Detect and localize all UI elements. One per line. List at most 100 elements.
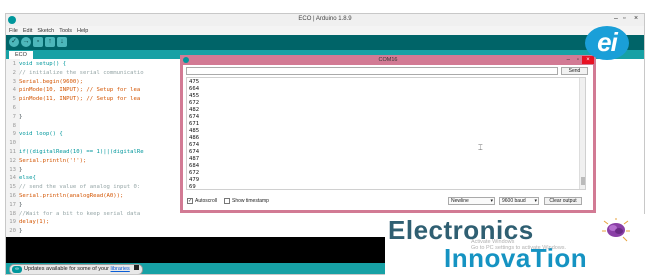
line-number: 12 [9,157,16,164]
serial-monitor-window: COM16 – ▫ × Send 475 664 455 672 482 674 671 48… [180,55,596,213]
code-line: 2// initialize the serial communicatio [6,69,144,78]
code-line: 3 Serial.begin(9600); [6,78,83,87]
code-text: } [19,113,23,120]
code-text: Serial.begin(9600); [19,78,83,85]
line-number: 17 [9,201,16,208]
serial-monitor-titlebar: COM16 – ▫ × [180,55,596,65]
serial-monitor-title: COM16 [378,57,398,63]
serial-output-line: 671 [189,121,200,127]
menu-edit[interactable]: Edit [23,28,32,34]
updates-notification[interactable]: ∞ Updates available for some of your lib… [9,264,144,274]
autoscroll-label: Autoscroll [195,198,217,204]
show-timestamp-label: Show timestamp [232,198,269,204]
line-number: 3 [12,78,16,85]
serial-output-line: 674 [189,142,200,148]
clear-output-button[interactable]: Clear output [544,197,582,205]
close-button[interactable]: × [634,15,638,22]
code-line: 13} [6,166,22,175]
code-line: 4 pinMode(10, INPUT); // Setup for lea [6,86,141,95]
code-text: Serial.println(analogRead(A0)); [19,193,124,199]
new-sketch-button[interactable]: ▫ [33,37,43,47]
code-text: } [19,228,23,235]
code-line: 11 if((digitalRead(10) == 1)||(digitalRe [6,148,144,157]
send-button[interactable]: Send [561,67,588,75]
code-text: // initialize the serial communicatio [19,69,144,76]
save-sketch-button[interactable]: ↓ [57,37,67,47]
code-text: else{ [19,175,36,182]
serial-monitor-app-icon [183,57,189,63]
code-text: void setup() { [19,61,67,67]
libraries-link[interactable]: libraries [111,266,130,272]
code-line: 5 pinMode(11, INPUT); // Setup for lea [6,95,141,104]
serial-output-line: 672 [189,170,200,176]
serial-scrollbar[interactable] [579,78,585,189]
code-line: 14 else{ [6,174,36,183]
line-ending-value: Newline [451,198,469,204]
line-number: 1 [12,61,16,67]
code-text: pinMode(10, INPUT); // Setup for lea [19,87,141,94]
menu-tools[interactable]: Tools [59,28,72,34]
serial-close-button[interactable]: × [582,56,594,64]
menu-file[interactable]: File [9,28,18,34]
serial-send-input[interactable] [186,67,558,75]
code-line: 8 [6,122,19,131]
line-number: 11 [9,149,16,155]
serial-output-line: 684 [189,163,200,169]
code-line: 16 Serial.println(analogRead(A0)); [6,192,123,201]
code-line: 9 void loop() { [6,130,63,139]
code-text: } [19,201,23,208]
verify-button[interactable]: ✓ [9,37,19,47]
mouse-cursor-icon: ⌶ [478,143,483,152]
window-title: ECO | Arduino 1.8.9 [298,16,352,22]
code-line: 10 [6,139,19,148]
serial-minimize-button[interactable]: – [567,55,570,65]
updates-text: Updates available for some of your [24,266,109,272]
open-sketch-button[interactable]: ↑ [45,37,55,47]
toolbar: ✓ → ▫ ↑ ↓ [6,35,644,50]
serial-output-line: 664 [189,86,200,92]
menu-help[interactable]: Help [77,28,88,34]
serial-output-line: 479 [189,177,200,183]
line-number: 13 [9,166,16,173]
serial-output-line: 487 [189,156,200,162]
serial-maximize-button[interactable]: ▫ [577,55,579,65]
code-line: 19 delay(1); [6,218,49,227]
line-ending-select[interactable]: Newline ▾ [448,197,495,205]
code-line: 12 Serial.println('!'); [6,157,86,166]
line-number: 16 [9,193,16,199]
code-line: 7} [6,113,23,122]
serial-output-line: 674 [189,114,200,120]
serial-monitor-body: Send 475 664 455 672 482 674 671 485 486 674 674 48… [183,65,593,210]
stop-icon[interactable] [134,265,140,270]
code-line: 6 [6,104,19,113]
code-line: 1 void setup() { [6,60,67,69]
line-number: 4 [12,87,16,94]
line-number: 18 [9,210,16,217]
show-timestamp-checkbox[interactable] [224,198,230,204]
line-number: 9 [12,131,16,138]
code-text: if((digitalRead(10) == 1)||(digitalRe [19,149,144,155]
serial-output-line: 672 [189,100,200,106]
line-number: 6 [12,105,16,111]
tab-eco[interactable]: ECO [9,51,33,59]
maximize-button[interactable]: ▫ [623,15,625,22]
watermark-line-2: Go to PC settings to activate Windows. [471,245,567,251]
serial-scrollbar-thumb[interactable] [581,177,585,185]
code-text: // send the value of analog input 0: [19,184,141,191]
serial-controls: ✓ Autoscroll Show timestamp Newline ▾ 96… [186,195,586,207]
autoscroll-checkbox[interactable]: ✓ [187,198,193,204]
serial-output-area: 475 664 455 672 482 674 671 485 486 674 674 487 684 6… [186,77,586,190]
line-number: 19 [9,219,16,226]
line-number: 5 [12,96,16,103]
baud-rate-select[interactable]: 9600 baud ▾ [499,197,539,205]
code-text: delay(1); [19,219,50,226]
code-text: Serial.println('!'); [19,157,87,164]
menu-sketch[interactable]: Sketch [37,28,54,34]
minimize-button[interactable]: – [614,15,618,22]
upload-button[interactable]: → [21,37,31,47]
code-line: 18//Wait for a bit to keep serial data [6,210,140,219]
serial-output-line: 485 [189,128,200,134]
code-text: //Wait for a bit to keep serial data [19,210,141,217]
line-number: 7 [12,113,16,120]
menu-bar: File Edit Sketch Tools Help [6,26,644,35]
